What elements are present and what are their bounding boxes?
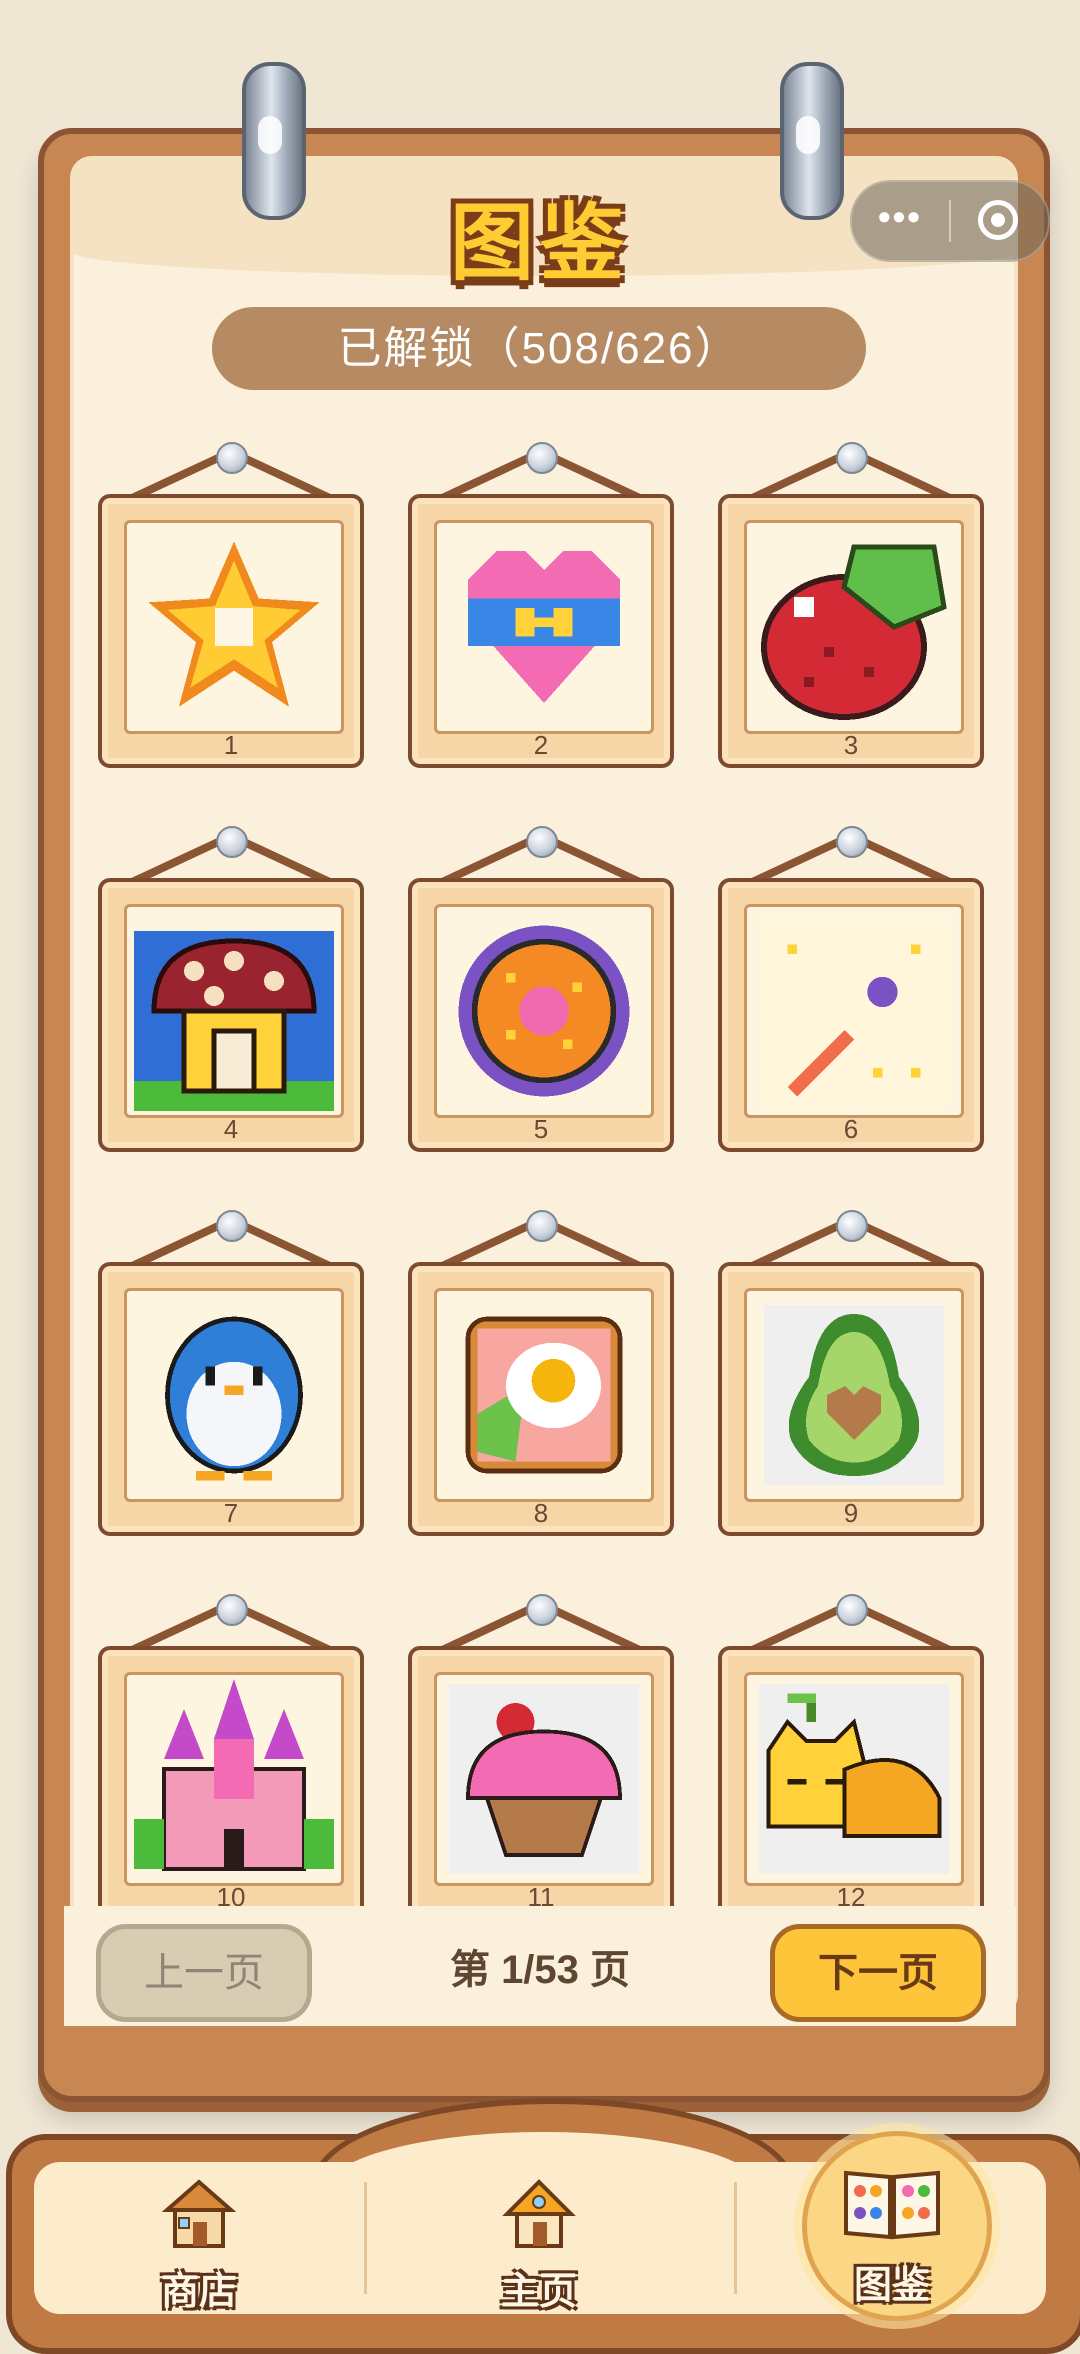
- castle-pixel-art: [124, 1672, 344, 1886]
- gallery-tile[interactable]: 9: [718, 1198, 984, 1536]
- nail-icon: [836, 1594, 868, 1626]
- tile-number: 2: [533, 730, 549, 760]
- tile-number: 12: [836, 1882, 866, 1906]
- nav-item-shop[interactable]: 商店: [34, 2162, 364, 2314]
- mini-program-capsule: •••: [850, 180, 1050, 262]
- more-dots-icon[interactable]: •••: [878, 196, 922, 238]
- nail-icon: [836, 826, 868, 858]
- unlocked-count-badge: 已解锁（508/626）: [212, 307, 866, 390]
- gallery-tile[interactable]: 2: [408, 430, 674, 768]
- nail-icon: [836, 1210, 868, 1242]
- nav-item-home[interactable]: 主页: [374, 2162, 704, 2314]
- shop-icon: [161, 2179, 237, 2248]
- tile-number: 5: [533, 1114, 549, 1144]
- tile-number: 6: [843, 1114, 859, 1144]
- gallery-tile[interactable]: 1: [98, 430, 364, 768]
- gallery-tile[interactable]: 3: [718, 430, 984, 768]
- nail-icon: [526, 1594, 558, 1626]
- gallery-tile[interactable]: 4: [98, 814, 364, 1152]
- tile-number: 9: [843, 1498, 859, 1528]
- strawberry-pixel-art: [744, 520, 964, 734]
- page-indicator: 第 1/53 页: [449, 1948, 631, 1992]
- nail-icon: [216, 1210, 248, 1242]
- tile-number: 7: [223, 1498, 239, 1528]
- avocado-pixel-art: [744, 1288, 964, 1502]
- nail-icon: [526, 826, 558, 858]
- tile-number: 8: [533, 1498, 549, 1528]
- gallery-tile[interactable]: 10: [98, 1582, 364, 1906]
- magic-wand-pixel-art: [744, 904, 964, 1118]
- nail-icon: [216, 442, 248, 474]
- close-target-icon[interactable]: [978, 200, 1018, 240]
- heart-pixel-art: [434, 520, 654, 734]
- cupcake-pixel-art: [434, 1672, 654, 1886]
- pagination-bar: 上一页 第 1/53 页 下一页: [64, 1906, 1016, 2026]
- nav-label-gallery: 图鉴: [853, 2265, 930, 2307]
- nav-label-shop: 商店: [160, 2271, 237, 2313]
- gallery-tile[interactable]: 12: [718, 1582, 984, 1906]
- tile-number: 11: [527, 1882, 555, 1906]
- nav-label-home: 主页: [500, 2271, 577, 2313]
- star-pixel-art: [124, 520, 344, 734]
- gallery-grid: 1 2 3 4 5 6 7 8 9 10 11 12: [64, 430, 1016, 1906]
- prev-page-button[interactable]: 上一页: [96, 1924, 312, 2022]
- gallery-tile[interactable]: 7: [98, 1198, 364, 1536]
- nail-icon: [216, 826, 248, 858]
- gallery-tile[interactable]: 11: [408, 1582, 674, 1906]
- penguin-pixel-art: [124, 1288, 344, 1502]
- home-icon: [502, 2179, 576, 2248]
- tile-number: 10: [216, 1882, 246, 1906]
- pizza-pixel-art: [434, 904, 654, 1118]
- nail-icon: [526, 1210, 558, 1242]
- sleeping-cat-pixel-art: [744, 1672, 964, 1886]
- mushroom-house-pixel-art: [124, 904, 344, 1118]
- gallery-tile[interactable]: 6: [718, 814, 984, 1152]
- nav-item-gallery[interactable]: 图鉴: [727, 2156, 1057, 2308]
- nail-icon: [836, 442, 868, 474]
- next-page-button[interactable]: 下一页: [770, 1924, 986, 2022]
- tile-number: 1: [223, 730, 239, 760]
- tile-number: 3: [843, 730, 859, 760]
- gallery-tile[interactable]: 5: [408, 814, 674, 1152]
- gallery-book-icon: [844, 2170, 940, 2240]
- tile-number: 4: [223, 1114, 239, 1144]
- nail-icon: [216, 1594, 248, 1626]
- gallery-tile[interactable]: 8: [408, 1198, 674, 1536]
- nail-icon: [526, 442, 558, 474]
- egg-toast-pixel-art: [434, 1288, 654, 1502]
